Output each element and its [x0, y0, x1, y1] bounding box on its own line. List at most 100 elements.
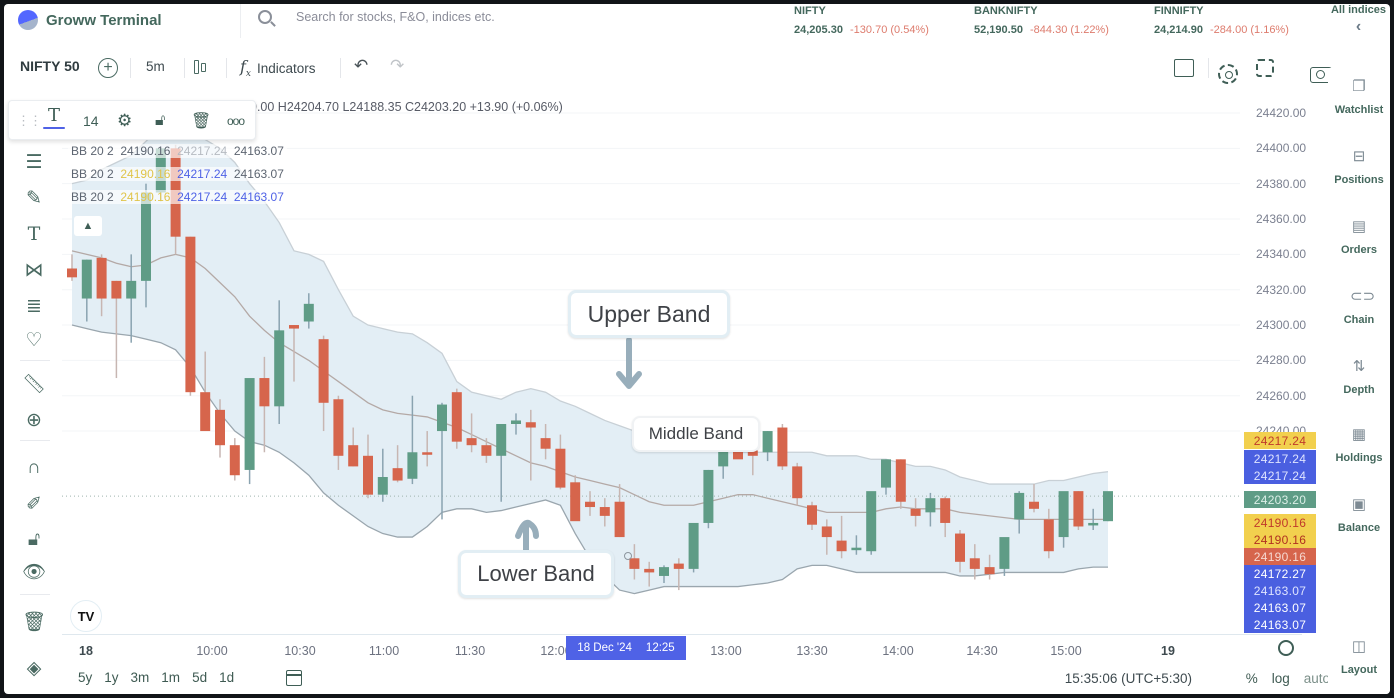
chart-type-button[interactable] — [194, 60, 206, 74]
bb-upper-value: 24217.24 — [177, 190, 228, 204]
anchor-point-icon[interactable] — [624, 552, 632, 560]
time-axis-label: 10:00 — [196, 644, 228, 658]
drawing-toolbar: ☰ ✎ T ⋈ ≣ ♡ 📏︎ ⊕ ∩ ✐ 🔓︎ 👁︎ 🗑︎ ◈ — [4, 88, 62, 688]
fullscreen-icon[interactable] — [1256, 59, 1274, 77]
all-indices-button[interactable]: All indices ‹ — [1331, 4, 1386, 36]
candle-body — [200, 392, 211, 432]
bollinger-legend[interactable]: BB 20 2 24190.16 24217.24 24163.07 — [68, 190, 287, 204]
nav-label: Holdings — [1335, 452, 1383, 464]
annotation-lower-band[interactable]: Lower Band — [458, 550, 614, 598]
toolbar-divider — [1208, 58, 1209, 78]
candle-body — [111, 280, 122, 299]
undo-icon: ↶ — [354, 56, 369, 75]
axis-settings-icon[interactable] — [1278, 640, 1294, 656]
nav-orders[interactable]: ▤ Orders — [1328, 218, 1390, 256]
annotation-upper-band[interactable]: Upper Band — [568, 290, 730, 338]
text-settings-button[interactable]: ⚙ — [117, 109, 132, 133]
pattern-tool[interactable]: ⋈ — [22, 258, 46, 282]
candle-body — [259, 378, 270, 407]
brush-tool[interactable]: ✎ — [22, 186, 46, 210]
redo-icon: ↷ — [390, 56, 405, 75]
percent-scale-toggle[interactable]: % — [1246, 671, 1258, 686]
annotation-middle-band[interactable]: Middle Band — [632, 416, 760, 452]
chart-settings-gear-icon[interactable] — [1218, 64, 1238, 84]
text-color-button[interactable]: T — [43, 105, 65, 129]
remove-drawings-tool[interactable]: 🗑︎ — [22, 610, 46, 634]
eye-icon: 👁︎ — [21, 562, 47, 583]
collapse-legend-button[interactable]: ▲ — [74, 216, 102, 236]
candle-body — [318, 339, 329, 403]
nav-positions[interactable]: ⊟ Positions — [1328, 148, 1390, 186]
crosshair-time-label: 18 Dec '24 12:25 — [566, 636, 686, 660]
delete-drawing-button[interactable]: 🗑︎ — [191, 109, 211, 133]
time-axis-label: 11:00 — [368, 644, 400, 658]
brand-logo[interactable]: Groww Terminal — [18, 10, 162, 30]
top-bar: Groww Terminal NIFTY 24,205.30 -130.70 (… — [4, 4, 1390, 42]
search-bar[interactable] — [258, 10, 596, 24]
nav-chain[interactable]: ⊂⊃ Chain — [1328, 288, 1390, 326]
lock-drawings-tool[interactable]: ✐ — [22, 492, 46, 516]
chevron-left-icon[interactable]: ‹ — [1331, 18, 1386, 36]
favorites-tool[interactable]: ♡ — [22, 328, 46, 352]
clock-timezone[interactable]: 15:35:06 (UTC+5:30) — [1065, 671, 1192, 686]
nav-layout[interactable]: ◫ Layout — [1328, 638, 1390, 676]
nav-holdings[interactable]: ▦ Holdings — [1328, 426, 1390, 464]
index-ticker-banknifty[interactable]: BANKNIFTY 52,190.50 -844.30 (1.22%) — [974, 4, 1109, 36]
object-tree-tool[interactable]: ◈ — [22, 656, 46, 680]
bollinger-legend[interactable]: BB 20 2 24190.16 24217.24 24163.07 — [68, 167, 287, 181]
undo-button[interactable]: ↶ — [354, 56, 368, 76]
range-button-1y[interactable]: 1y — [104, 670, 118, 685]
layout-square-button[interactable] — [1174, 59, 1194, 77]
nav-watchlist[interactable]: ❐ Watchlist — [1328, 78, 1390, 116]
tradingview-logo-icon[interactable]: TV — [70, 600, 102, 632]
candle-body — [126, 280, 137, 299]
hide-drawings-tool[interactable]: 👁︎ — [22, 560, 46, 584]
magnet-tool[interactable]: ∩ — [22, 456, 46, 480]
go-to-date-calendar-icon[interactable] — [286, 670, 302, 686]
range-button-5y[interactable]: 5y — [78, 670, 92, 685]
fib-tool[interactable]: ≣ — [22, 294, 46, 318]
range-button-1m[interactable]: 1m — [161, 670, 180, 685]
index-ticker-finnifty[interactable]: FINNIFTY 24,214.90 -284.00 (1.16%) — [1154, 4, 1289, 36]
range-button-1d[interactable]: 1d — [219, 670, 234, 685]
log-scale-toggle[interactable]: log — [1272, 671, 1290, 686]
search-input[interactable] — [296, 10, 596, 24]
lock-drawing-button[interactable]: 🔓︎ — [155, 109, 165, 133]
ohlc-legend: 9.00 H24204.70 L24188.35 C24203.20 +13.9… — [250, 100, 563, 114]
index-change: -130.70 (0.54%) — [850, 24, 929, 36]
compare-symbol-button[interactable]: + — [98, 58, 118, 78]
font-size-button[interactable]: 14 — [83, 109, 99, 133]
candle-body — [940, 498, 951, 523]
header-divider — [240, 4, 241, 38]
index-ticker-nifty[interactable]: NIFTY 24,205.30 -130.70 (0.54%) — [794, 4, 929, 36]
indicators-button[interactable]: fx Indicators — [240, 57, 316, 79]
more-options-button[interactable]: ooo — [227, 109, 245, 133]
bollinger-legend[interactable]: BB 20 2 24190.16 24217.24 24163.07 — [68, 144, 287, 158]
text-icon: T — [27, 223, 41, 245]
chain-icon: ⊂⊃ — [1350, 288, 1376, 305]
time-axis-label: 10:30 — [284, 644, 316, 658]
text-tool[interactable]: T — [22, 222, 46, 246]
candle-body — [289, 325, 299, 329]
price-axis-label: 24320.00 — [1256, 282, 1307, 297]
nav-label: Balance — [1337, 522, 1381, 534]
auto-scale-toggle[interactable]: auto — [1304, 671, 1330, 686]
candle-body — [540, 438, 551, 449]
measure-tool[interactable]: 📏︎ — [22, 372, 46, 396]
horizontal-lines-tool[interactable]: ☰ — [22, 150, 46, 174]
range-button-5d[interactable]: 5d — [192, 670, 207, 685]
zoom-in-tool[interactable]: ⊕ — [22, 408, 46, 432]
interval-button[interactable]: 5m — [146, 59, 165, 74]
drag-handle-icon[interactable]: ⋮⋮ — [17, 109, 42, 133]
more-dots-icon: ooo — [227, 114, 245, 128]
range-button-3m[interactable]: 3m — [131, 670, 150, 685]
nav-balance[interactable]: ▣ Balance — [1328, 496, 1390, 534]
unlock-tool[interactable]: 🔓︎ — [22, 528, 46, 552]
price-axis[interactable]: 24420.00 24400.00 24380.00 24360.00 24340.00… — [1240, 88, 1328, 633]
nav-depth[interactable]: ⇅ Depth — [1328, 358, 1390, 396]
redo-button[interactable]: ↷ — [390, 56, 404, 76]
symbol-name[interactable]: NIFTY 50 — [20, 58, 80, 74]
trash-icon: 🗑︎ — [21, 612, 47, 633]
candle-body — [703, 469, 714, 523]
candle-body — [644, 568, 655, 573]
